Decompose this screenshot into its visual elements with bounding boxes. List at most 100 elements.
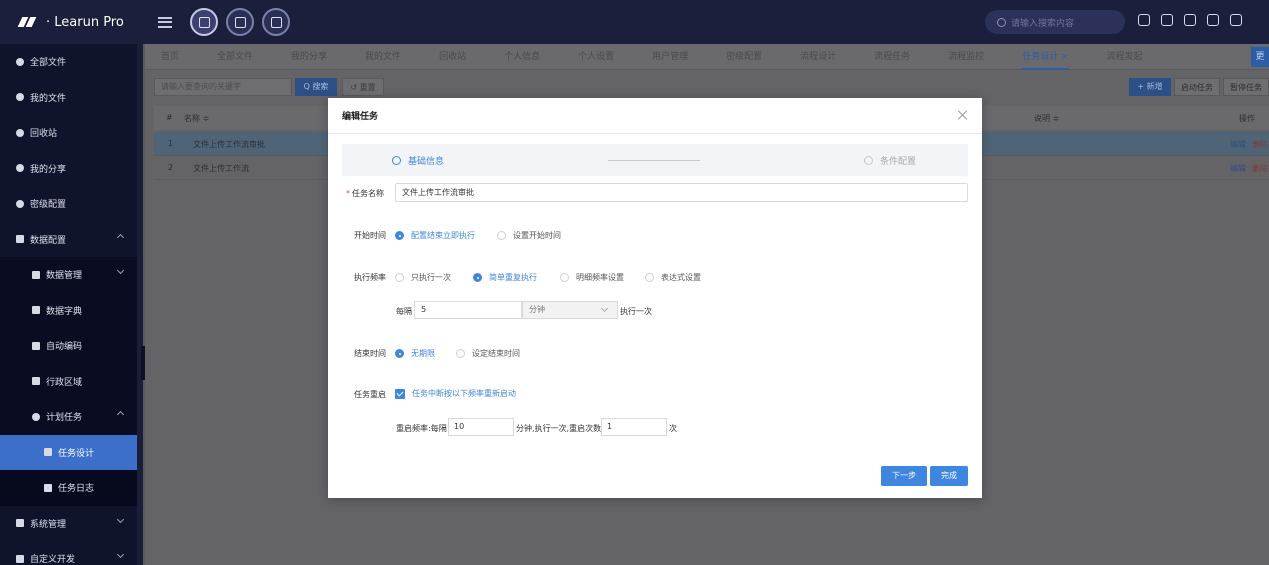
start-time-label: 开始时间 [354, 231, 386, 240]
top-app-switcher [190, 8, 290, 36]
simple-repeat-radio[interactable]: 简单重复执行 [473, 272, 537, 283]
row-edit-link[interactable]: 编辑 [1230, 163, 1246, 174]
set-end-time-radio[interactable]: 设定结束时间 [456, 348, 520, 359]
document-app-icon[interactable] [226, 8, 254, 36]
sidebar-item-data-dictionary[interactable]: 数据字典 [0, 292, 137, 328]
restart-label: 任务重启 [354, 390, 386, 399]
run-once-radio[interactable]: 只执行一次 [395, 272, 451, 283]
header-tools [1138, 14, 1242, 26]
pause-task-button[interactable]: 暂停任务 [1223, 78, 1269, 96]
global-search-input[interactable]: 请输入搜索内容 [985, 10, 1125, 34]
sidebar-item-scheduled-tasks[interactable]: 计划任务 [0, 399, 137, 435]
bell-icon[interactable] [1184, 14, 1196, 26]
task-name-input[interactable]: 文件上传工作流审批 [395, 183, 968, 202]
col-desc[interactable]: 说明 ≑ [1034, 113, 1059, 124]
app-title: · Learun Pro [46, 14, 124, 30]
database-icon [32, 270, 40, 279]
learun-logo-icon [17, 17, 40, 27]
sidebar-item-my-files[interactable]: 我的文件 [0, 80, 137, 116]
fullscreen-icon[interactable] [1230, 14, 1242, 26]
add-task-button[interactable]: + 新增 [1129, 78, 1171, 96]
sidebar-item-task-design[interactable]: 任务设计 [0, 434, 137, 470]
tab-recycle-bin[interactable]: 回收站 [439, 44, 466, 70]
task-name-label: * 任务名称 [346, 189, 384, 198]
interval-input[interactable]: 5 [414, 301, 522, 319]
tab-flow-tasks[interactable]: 流程任务 [874, 44, 910, 70]
restart-count-unit: 次 [669, 424, 677, 433]
code-app-icon[interactable] [190, 8, 218, 36]
tab-user-management[interactable]: 用户管理 [652, 44, 688, 70]
step-condition-config[interactable]: 条件配置 [864, 154, 916, 167]
sidebar-scrollbar[interactable] [137, 44, 143, 565]
sidebar-item-task-log[interactable]: 任务日志 [0, 470, 137, 506]
expression-radio[interactable]: 表达式设置 [645, 272, 701, 283]
monitor-app-icon[interactable] [262, 8, 290, 36]
restart-interval-input[interactable]: 10 [448, 418, 514, 436]
tab-close-icon[interactable]: × [1061, 52, 1069, 62]
row-edit-link[interactable]: 编辑 [1230, 139, 1246, 150]
tab-all-files[interactable]: 全部文件 [217, 44, 253, 70]
row-delete-link[interactable]: 删除 [1252, 139, 1268, 150]
start-immediately-radio[interactable]: 配置结束立即执行 [395, 230, 475, 241]
skin-icon[interactable] [1161, 14, 1173, 26]
copy-icon [44, 483, 52, 492]
set-start-time-radio[interactable]: 设置开始时间 [497, 230, 561, 241]
col-name[interactable]: 名称 ≑ [184, 113, 209, 124]
sidebar: 全部文件 我的文件 回收站 我的分享 密级配置 数据配置 数据管理 数据字典 自… [0, 44, 137, 565]
reset-button[interactable]: ↺ 重置 [342, 78, 384, 96]
row-index: 1 [168, 139, 174, 148]
tab-security-config[interactable]: 密级配置 [726, 44, 762, 70]
row-index: 2 [168, 163, 174, 172]
interval-unit-select[interactable]: 分钟 [522, 301, 618, 319]
tab-flow-launch[interactable]: 流程发起 [1107, 44, 1143, 70]
next-step-button[interactable]: 下一步 [881, 466, 927, 486]
sidebar-item-auto-code[interactable]: 自动编码 [0, 328, 137, 364]
finish-button[interactable]: 完成 [930, 466, 968, 486]
search-button[interactable]: Q 搜索 [295, 78, 337, 96]
detailed-frequency-radio[interactable]: 明细频率设置 [560, 272, 624, 283]
cube-icon [16, 57, 24, 66]
row-name: 文件上传工作流 [193, 164, 249, 173]
tab-more-button[interactable]: 更 [1251, 47, 1269, 67]
col-index: # [166, 113, 173, 122]
tab-personal-settings[interactable]: 个人设置 [578, 44, 614, 70]
edit-task-dialog: 编辑任务 基础信息 条件配置 * 任务名称 文件上传工作流审批 开始时间 配置结束… [328, 98, 982, 498]
chevron-up-icon [116, 233, 125, 241]
chevron-down-icon [116, 550, 125, 559]
step-basic-info[interactable]: 基础信息 [392, 154, 444, 167]
tab-personal-info[interactable]: 个人信息 [504, 44, 540, 70]
page-tabs: 首页 全部文件 我的分享 我的文件 回收站 个人信息 个人设置 用户管理 密级配… [145, 44, 1269, 70]
sidebar-item-all-files[interactable]: 全部文件 [0, 44, 137, 80]
tab-my-files[interactable]: 我的文件 [365, 44, 401, 70]
sidebar-item-data-management[interactable]: 数据管理 [0, 257, 137, 293]
book-icon [32, 306, 40, 315]
no-end-radio[interactable]: 无期限 [395, 348, 435, 359]
chevron-up-icon [116, 410, 125, 419]
sidebar-item-recycle-bin[interactable]: 回收站 [0, 115, 137, 151]
tab-flow-monitor[interactable]: 流程监控 [948, 44, 984, 70]
sidebar-item-my-shares[interactable]: 我的分享 [0, 151, 137, 187]
translate-icon[interactable] [1207, 14, 1219, 26]
sidebar-item-system-management[interactable]: 系统管理 [0, 506, 137, 542]
lock-icon[interactable] [1138, 14, 1150, 26]
search-icon [997, 17, 1006, 27]
sidebar-item-data-config[interactable]: 数据配置 [0, 222, 137, 258]
row-name: 文件上传工作流审批 [193, 140, 265, 149]
tab-flow-design[interactable]: 流程设计 [800, 44, 836, 70]
checkbox-icon [395, 388, 405, 399]
tab-home[interactable]: 首页 [161, 44, 179, 70]
tab-my-shares[interactable]: 我的分享 [291, 44, 327, 70]
start-task-button[interactable]: 启动任务 [1174, 78, 1220, 96]
menu-toggle-icon[interactable] [158, 16, 172, 28]
restart-count-input[interactable]: 1 [601, 418, 667, 436]
row-delete-link[interactable]: 删除 [1252, 163, 1268, 174]
close-icon[interactable] [958, 110, 968, 120]
cube-icon [16, 93, 24, 102]
tab-task-design[interactable]: 任务设计 × [1022, 44, 1069, 70]
keyword-input[interactable]: 请输入要查询的关键字 [154, 78, 292, 96]
restart-checkbox[interactable]: 任务中断按以下频率重新启动 [395, 388, 516, 399]
app-logo[interactable]: · Learun Pro [0, 0, 140, 44]
sidebar-item-admin-region[interactable]: 行政区域 [0, 363, 137, 399]
sidebar-item-custom-dev[interactable]: 自定义开发 [0, 541, 137, 565]
sidebar-item-security-config[interactable]: 密级配置 [0, 186, 137, 222]
